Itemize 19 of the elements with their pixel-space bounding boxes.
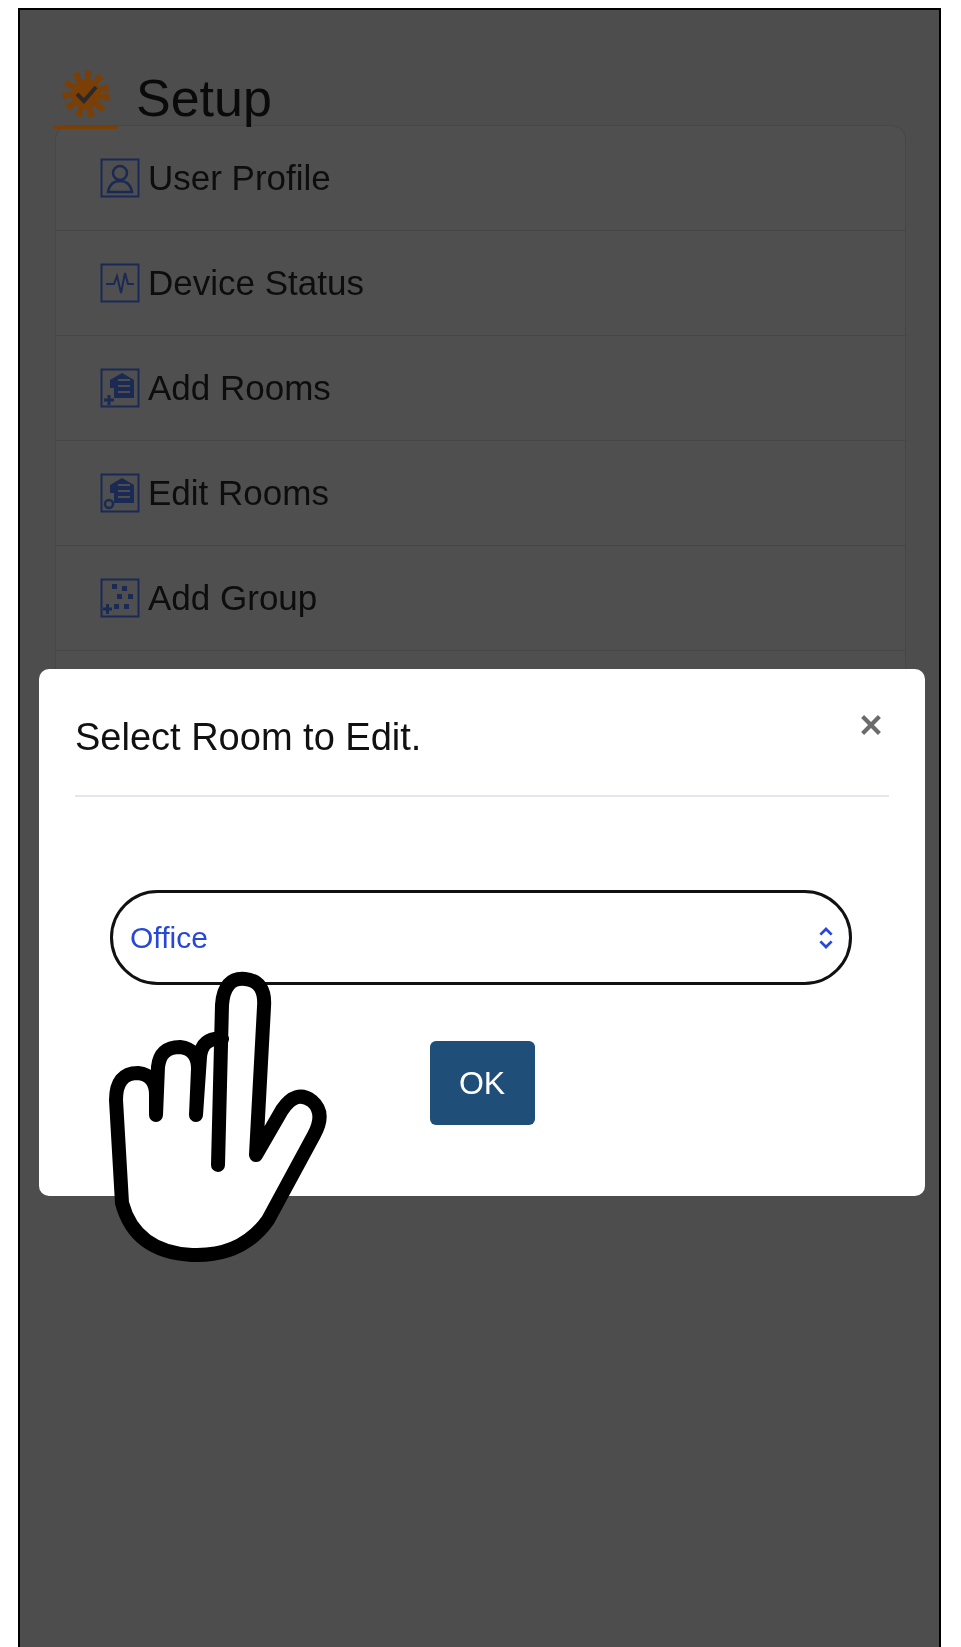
menu-item[interactable]: Add Group (56, 546, 905, 651)
pulse-icon (100, 263, 140, 303)
dialog-title: Select Room to Edit. (75, 714, 422, 759)
dots-plus-icon (100, 578, 140, 618)
menu-item[interactable]: Add Rooms (56, 336, 905, 441)
menu-label: Add Rooms (148, 368, 331, 408)
building-icon (100, 473, 140, 513)
close-icon[interactable] (859, 713, 883, 737)
menu-item[interactable]: Edit Rooms (56, 441, 905, 546)
user-icon (100, 158, 140, 198)
ok-button[interactable]: OK (429, 1041, 535, 1125)
menu-label: User Profile (148, 158, 331, 198)
menu-item[interactable]: Device Status (56, 231, 905, 336)
menu-item[interactable]: User Profile (56, 126, 905, 231)
menu-label: Edit Rooms (148, 473, 329, 513)
building-icon (100, 368, 140, 408)
page-title: Setup (136, 67, 272, 128)
menu-label: Device Status (148, 263, 364, 303)
menu-label: Add Group (148, 578, 318, 618)
